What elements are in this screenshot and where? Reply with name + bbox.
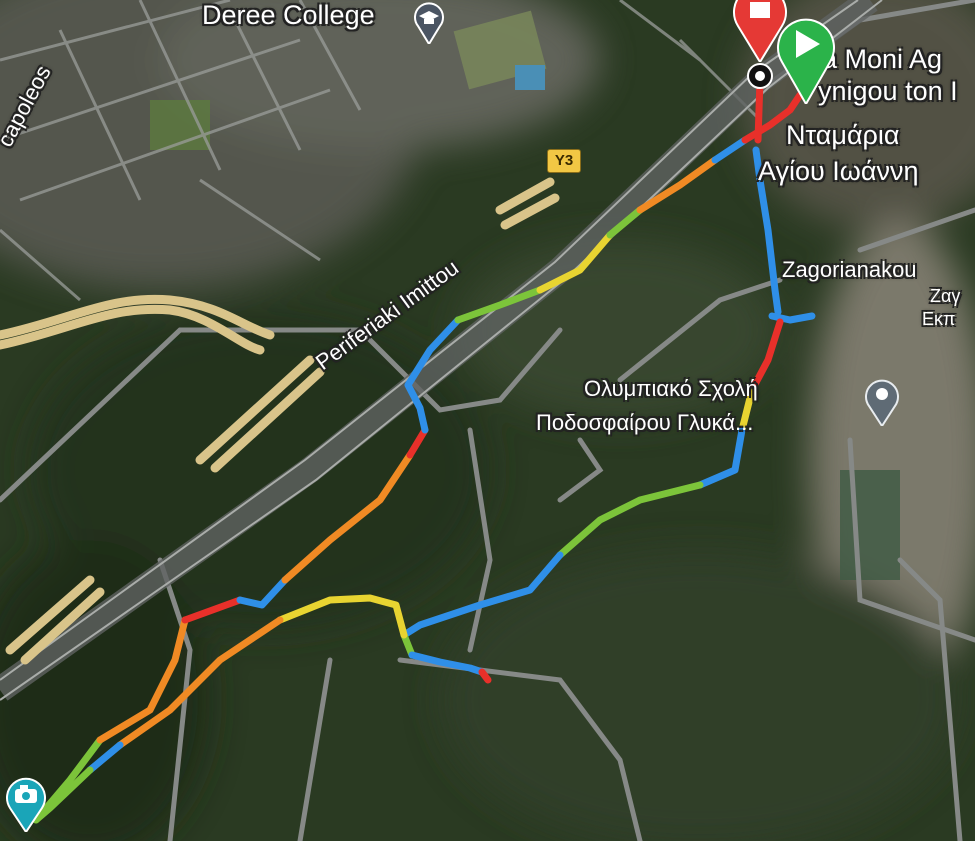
current-position-dot[interactable]: [746, 62, 774, 95]
place-label-ekp[interactable]: Εκπ: [922, 310, 955, 328]
street-label-zagorianakou: Zagorianakou: [782, 257, 917, 282]
place-label-moni-line1[interactable]: a Moni Ag: [822, 46, 942, 73]
graduation-cap-icon[interactable]: [412, 0, 446, 49]
place-label-deree-college[interactable]: Deree College: [202, 2, 375, 29]
place-label-olymp-line2[interactable]: Ποδοσφαίρου Γλυκά...: [536, 412, 753, 434]
place-pin-icon[interactable]: [862, 374, 902, 431]
place-label-zag[interactable]: Ζαγ: [930, 287, 960, 305]
place-label-olymp-line1[interactable]: Ολυμπιακό Σχολή: [584, 378, 758, 400]
place-label-moni-line2[interactable]: ynigou ton I: [818, 78, 958, 105]
highway-shield-y3: Υ3: [547, 149, 581, 173]
place-label-ntamaria-line2[interactable]: Αγίου Ιωάννη: [758, 158, 919, 185]
map-view[interactable]: Deree College capoleos Υ3 Periferiaki Im…: [0, 0, 975, 841]
camera-icon[interactable]: [4, 774, 48, 837]
start-play-marker[interactable]: [774, 12, 838, 109]
place-label-ntamaria-line1[interactable]: Νταμάρια: [786, 122, 900, 149]
